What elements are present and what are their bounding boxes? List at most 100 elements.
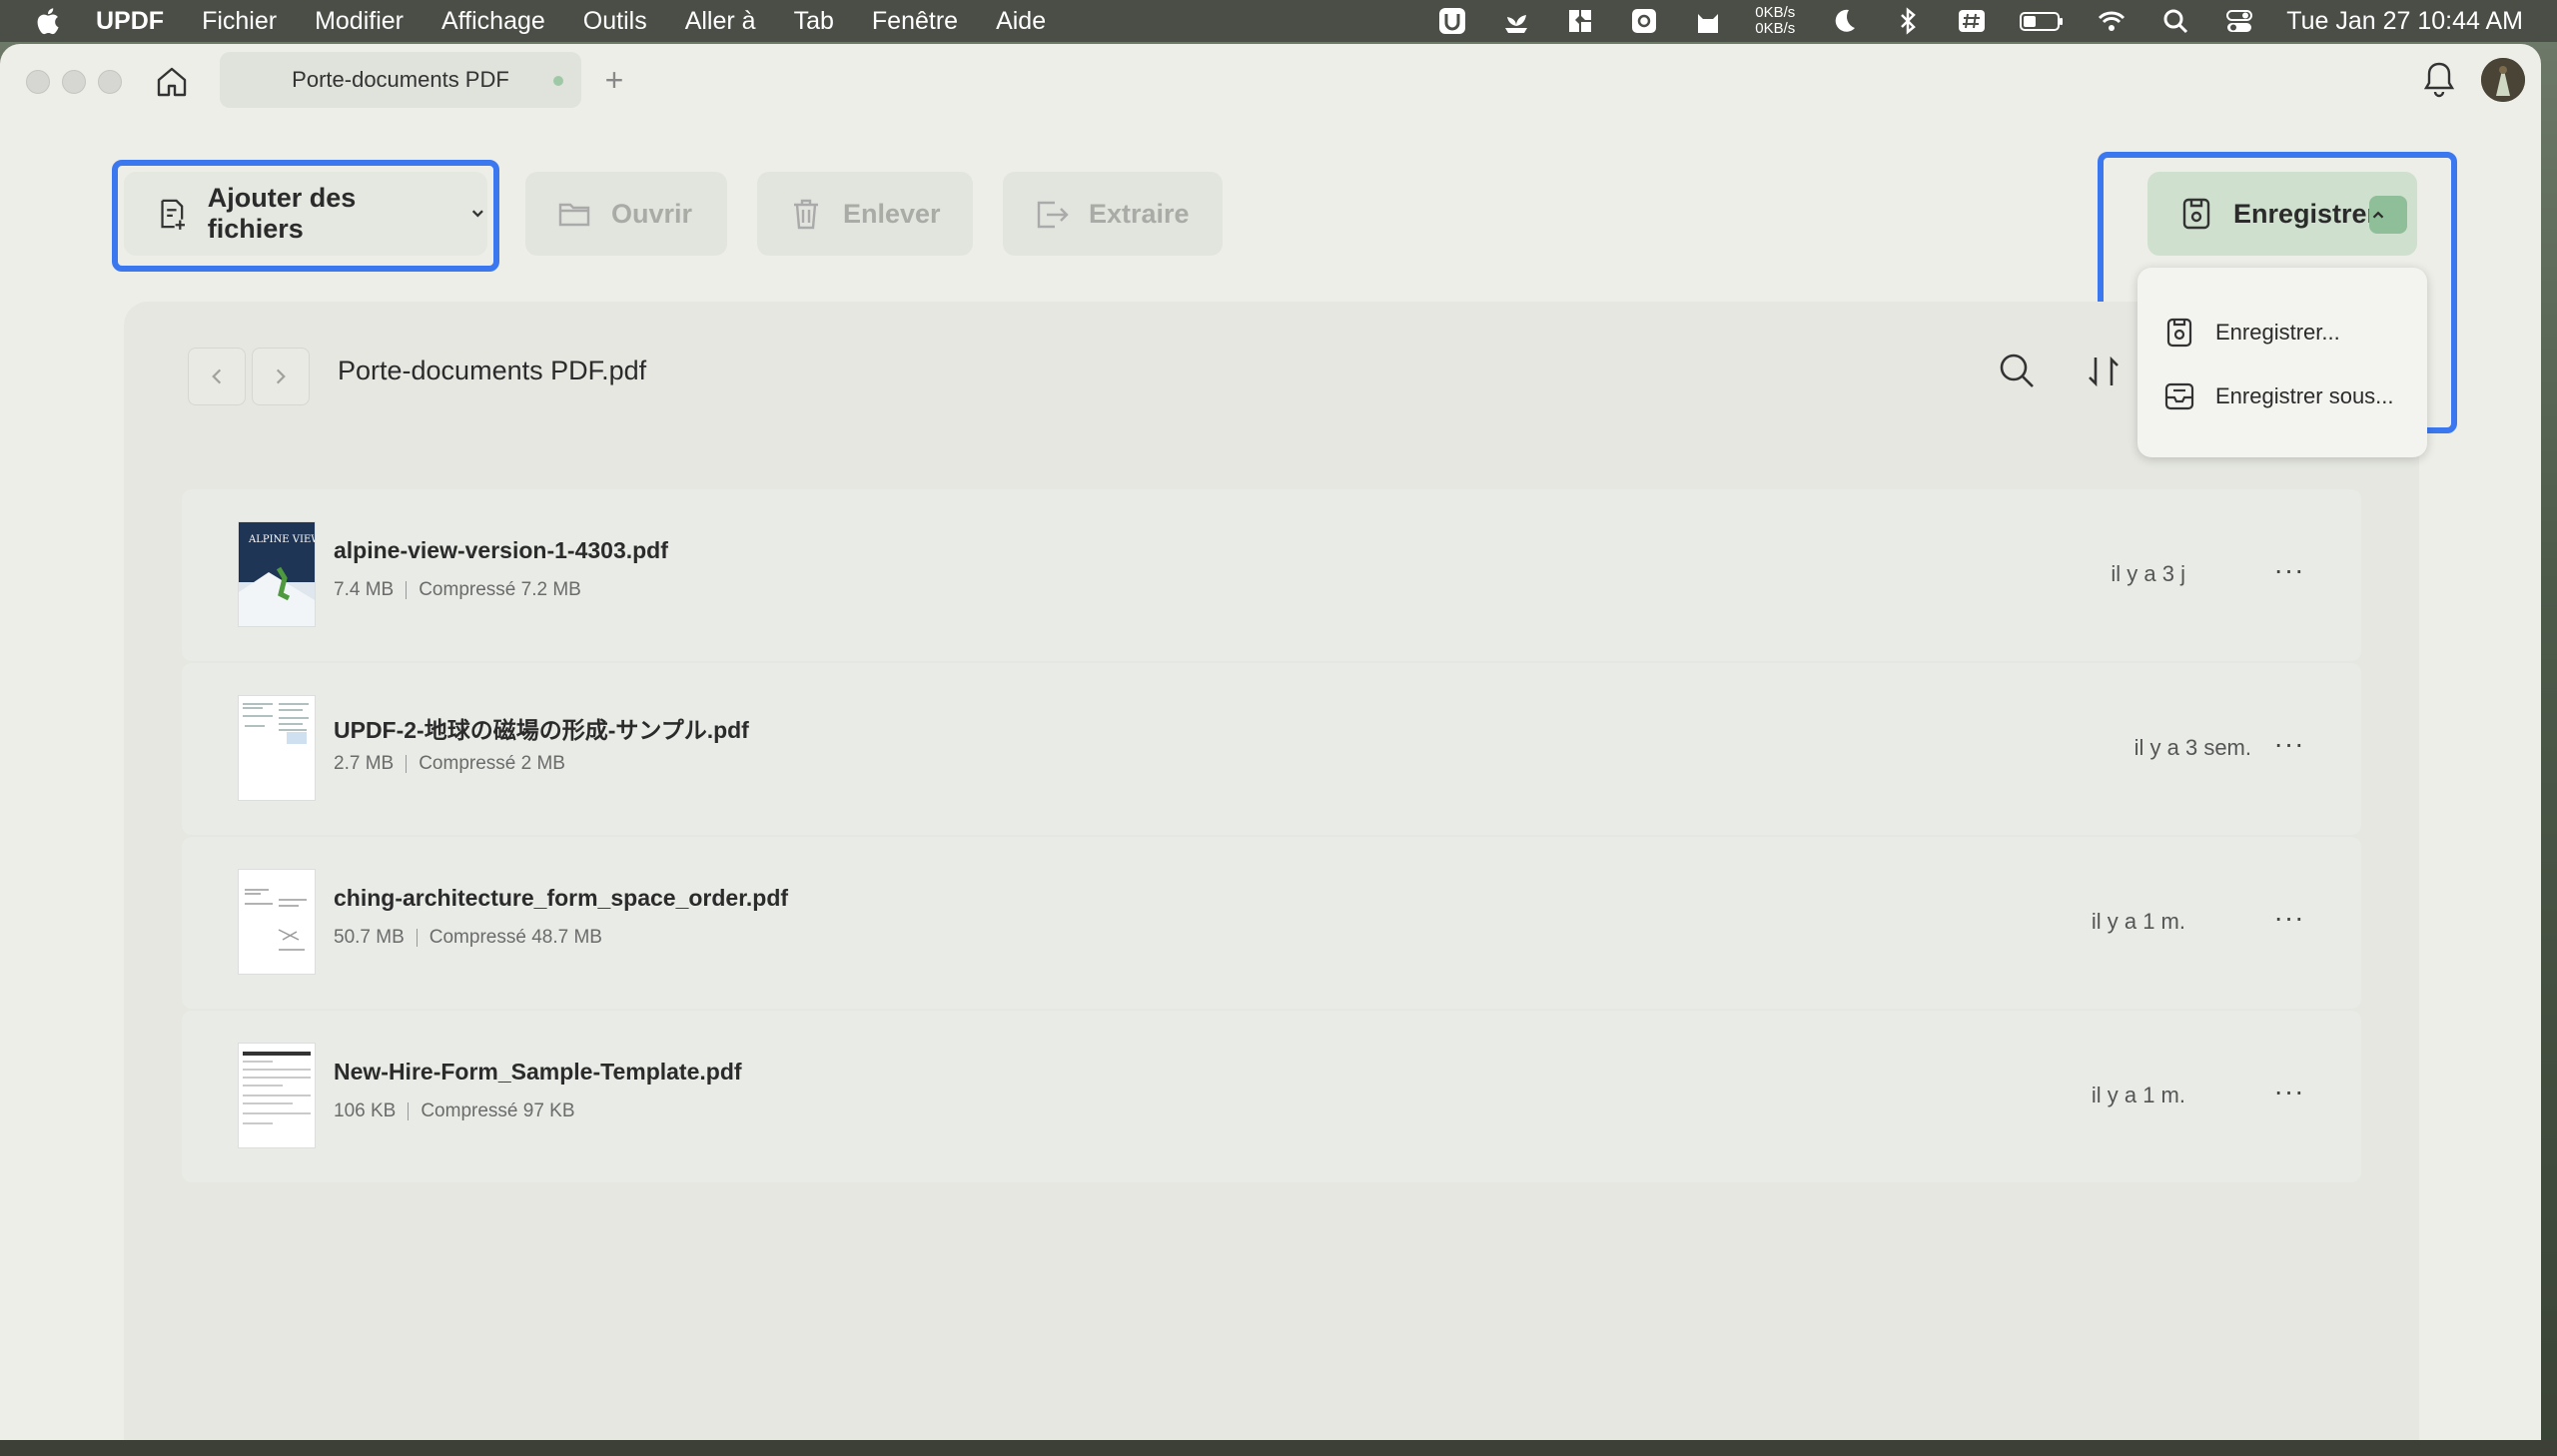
open-button[interactable]: Ouvrir — [525, 172, 727, 256]
save-icon — [2182, 198, 2210, 230]
user-avatar[interactable] — [2481, 58, 2525, 102]
file-meta: 2.7 MB Compressé 2 MB — [334, 753, 565, 775]
file-row[interactable]: UPDF-2-地球の磁場の形成-サンプル.pdf 2.7 MB Compressé… — [182, 663, 2361, 835]
menu-item-save-as[interactable]: Enregistrer sous... — [2163, 373, 2394, 419]
net-down: 0KB/s — [1755, 20, 1796, 37]
tab-title: Porte-documents PDF — [292, 67, 509, 92]
zoom-window-button[interactable] — [98, 70, 122, 94]
thumbnail-title: ALPINE VIEW — [248, 534, 315, 545]
more-options-icon[interactable]: ··· — [2269, 902, 2309, 933]
file-thumbnail — [238, 695, 316, 801]
title-bar: Porte-documents PDF + — [0, 44, 2541, 116]
extract-button[interactable]: Extraire — [1003, 172, 1223, 256]
control-center-icon[interactable] — [2222, 6, 2256, 36]
file-row[interactable]: ching-architecture_form_space_order.pdf … — [182, 837, 2361, 1009]
moon-icon[interactable] — [1827, 6, 1861, 36]
at-icon[interactable] — [1627, 6, 1661, 36]
file-name: UPDF-2-地球の磁場の形成-サンプル.pdf — [334, 717, 749, 743]
file-row[interactable]: New-Hire-Form_Sample-Template.pdf 106 KB… — [182, 1011, 2361, 1182]
sort-icon[interactable] — [2086, 352, 2122, 391]
plant-icon[interactable] — [1499, 6, 1533, 36]
add-file-icon — [161, 199, 185, 230]
menu-app-name[interactable]: UPDF — [96, 7, 164, 36]
app-window: Porte-documents PDF + Ajouter des fichie… — [0, 44, 2541, 1440]
file-name: ching-architecture_form_space_order.pdf — [334, 885, 789, 911]
puzzle-icon[interactable] — [1563, 6, 1597, 36]
menu-bar: UPDF Fichier Modifier Affichage Outils A… — [0, 0, 2557, 42]
chevron-up-icon — [2372, 211, 2384, 219]
extract-icon — [1037, 201, 1069, 229]
tab-porte-documents[interactable]: Porte-documents PDF — [220, 52, 581, 108]
menu-item-save[interactable]: Enregistrer... — [2163, 310, 2340, 356]
file-date: il y a 1 m. — [2091, 909, 2185, 934]
search-icon[interactable] — [1998, 352, 2036, 389]
save-button[interactable]: Enregistrer — [2147, 172, 2417, 256]
file-size: 2.7 MB — [334, 753, 395, 774]
file-size: 106 KB — [334, 1100, 397, 1121]
updf-tray-icon[interactable] — [1435, 6, 1469, 36]
new-tab-icon[interactable]: + — [599, 62, 629, 98]
minimize-window-button[interactable] — [62, 70, 86, 94]
tab-unsaved-dot — [553, 76, 563, 86]
menu-fenetre[interactable]: Fenêtre — [872, 7, 958, 36]
file-meta: 106 KB Compressé 97 KB — [334, 1100, 575, 1122]
file-size: 7.4 MB — [334, 579, 395, 600]
home-icon[interactable] — [152, 62, 192, 102]
wifi-icon[interactable] — [2095, 6, 2129, 36]
file-compressed-size: Compressé 48.7 MB — [428, 927, 602, 948]
menu-item-save-as-label: Enregistrer sous... — [2215, 383, 2394, 408]
chevron-left-icon — [212, 368, 222, 384]
notification-bell-icon[interactable] — [2421, 60, 2457, 100]
trash-icon — [794, 199, 818, 230]
save-as-icon — [2164, 382, 2194, 410]
menu-aller-a[interactable]: Aller à — [685, 7, 756, 36]
battery-icon[interactable] — [2019, 6, 2065, 36]
hashtag-icon[interactable] — [1955, 6, 1989, 36]
file-name: New-Hire-Form_Sample-Template.pdf — [334, 1059, 742, 1085]
more-options-icon[interactable]: ··· — [2269, 1076, 2309, 1106]
spotlight-search-icon[interactable] — [2158, 6, 2192, 36]
file-size: 50.7 MB — [334, 927, 405, 948]
more-options-icon[interactable]: ··· — [2269, 728, 2309, 759]
meta-divider — [416, 928, 418, 947]
add-files-label: Ajouter des fichiers — [207, 183, 357, 244]
chevron-down-icon — [472, 210, 484, 218]
menu-tab[interactable]: Tab — [794, 7, 834, 36]
back-button[interactable] — [188, 348, 246, 405]
close-window-button[interactable] — [26, 70, 50, 94]
menu-modifier[interactable]: Modifier — [315, 7, 404, 36]
menu-item-save-label: Enregistrer... — [2215, 320, 2340, 345]
file-date: il y a 3 sem. — [2133, 735, 2251, 760]
menubar-clock[interactable]: Tue Jan 27 10:44 AM — [2286, 7, 2523, 36]
file-row[interactable]: ALPINE VIEW alpine-view-version-1-4303.p… — [182, 489, 2361, 661]
meta-divider — [406, 754, 408, 773]
file-thumbnail — [238, 869, 316, 975]
file-date: il y a 3 j — [2111, 561, 2185, 586]
net-up: 0KB/s — [1755, 4, 1796, 21]
extract-label: Extraire — [1089, 198, 1190, 229]
forward-button[interactable] — [252, 348, 310, 405]
file-date: il y a 1 m. — [2091, 1083, 2185, 1107]
file-thumbnail: ALPINE VIEW — [238, 521, 316, 627]
menu-outils[interactable]: Outils — [583, 7, 647, 36]
file-compressed-size: Compressé 97 KB — [421, 1100, 575, 1121]
save-menu-toggle[interactable] — [2369, 196, 2407, 234]
more-options-icon[interactable]: ··· — [2269, 554, 2309, 585]
bluetooth-icon[interactable] — [1891, 6, 1925, 36]
meta-divider — [408, 1101, 410, 1120]
menu-aide[interactable]: Aide — [996, 7, 1046, 36]
file-meta: 7.4 MB Compressé 7.2 MB — [334, 579, 581, 601]
save-icon — [2166, 318, 2192, 348]
apple-icon[interactable] — [34, 6, 62, 36]
file-list-panel: Porte-documents PDF.pdf ALPINE VIEW alpi… — [124, 302, 2419, 1440]
menu-affichage[interactable]: Affichage — [441, 7, 545, 36]
remove-button[interactable]: Enlever — [757, 172, 973, 256]
remove-label: Enlever — [843, 198, 941, 229]
open-label: Ouvrir — [611, 198, 693, 229]
menu-fichier[interactable]: Fichier — [202, 7, 277, 36]
save-dropdown-menu: Enregistrer... Enregistrer sous... — [2137, 268, 2427, 457]
file-meta: 50.7 MB Compressé 48.7 MB — [334, 927, 602, 949]
file-thumbnail — [238, 1043, 316, 1148]
cat-icon[interactable] — [1691, 6, 1725, 36]
add-files-button[interactable]: Ajouter des fichiers — [124, 172, 487, 256]
